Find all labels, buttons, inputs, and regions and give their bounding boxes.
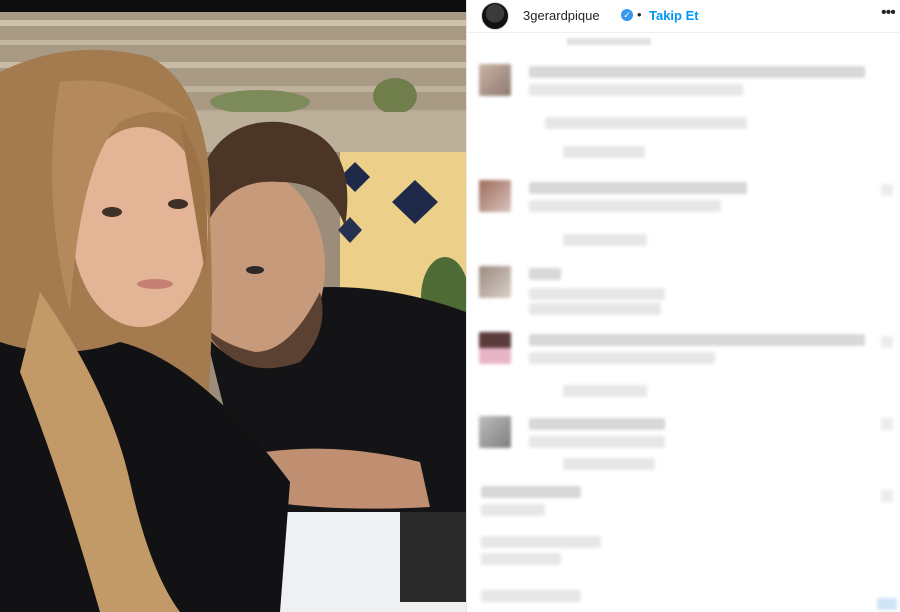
comment-avatar <box>479 416 511 448</box>
blurred-comment-line <box>529 200 721 212</box>
blurred-caption-line <box>567 38 651 45</box>
blurred-comment-line <box>529 84 743 96</box>
comment-avatar <box>479 180 511 212</box>
username-link[interactable]: 3gerardpique <box>523 8 600 23</box>
blurred-replies-link <box>563 146 645 158</box>
blurred-comment-meta <box>545 117 747 129</box>
heart-icon[interactable] <box>881 336 893 348</box>
header-separator: • <box>637 7 642 22</box>
blurred-comment-line <box>481 504 545 516</box>
blurred-comment-line <box>529 334 865 346</box>
blurred-comment-meta <box>563 234 647 246</box>
blurred-comment-line <box>529 418 665 430</box>
comment-avatar <box>479 332 511 364</box>
blurred-comment-line <box>481 590 581 602</box>
profile-avatar[interactable] <box>481 2 509 30</box>
follow-button[interactable]: Takip Et <box>649 8 699 23</box>
heart-icon[interactable] <box>881 184 893 196</box>
blurred-comment-line <box>481 536 601 548</box>
heart-icon[interactable] <box>881 418 893 430</box>
blurred-comment-line <box>529 182 747 194</box>
heart-icon[interactable] <box>881 490 893 502</box>
more-options-icon[interactable]: ••• <box>881 4 896 22</box>
top-black-bar <box>0 0 466 12</box>
blurred-comment-line <box>481 486 581 498</box>
verified-badge-icon: ✓ <box>621 9 633 21</box>
blurred-comment-line <box>529 66 865 78</box>
comments-panel: 3gerardpique ✓ • Takip Et ••• <box>467 0 900 612</box>
post-photo[interactable] <box>0 12 466 612</box>
post-header: 3gerardpique ✓ • Takip Et ••• <box>467 0 900 33</box>
blurred-comment-meta <box>481 553 561 565</box>
blurred-comment-meta <box>563 385 647 397</box>
blurred-comment-line <box>529 352 715 364</box>
blurred-comment-meta <box>529 303 661 315</box>
blurred-comment-line <box>529 268 561 280</box>
comment-avatar <box>479 64 511 96</box>
blurred-comment-meta <box>563 458 655 470</box>
blurred-action-icon[interactable] <box>877 598 897 610</box>
blurred-comment-line <box>529 288 665 300</box>
comment-avatar <box>479 266 511 298</box>
blurred-comment-line <box>529 436 665 448</box>
